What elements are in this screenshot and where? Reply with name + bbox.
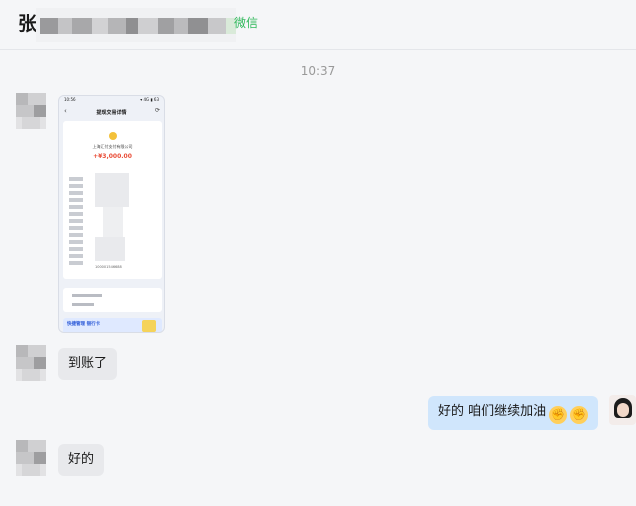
fist-emoji-icon: ✊ [549, 406, 568, 424]
image-status-icons: ▾ 4G ▮ 63 [140, 97, 159, 102]
image-options-section [63, 288, 162, 312]
self-avatar[interactable] [609, 395, 636, 425]
message-bubble-incoming[interactable]: 好的 [58, 444, 105, 476]
transaction-screenshot-image[interactable]: 10:56 ▾ 4G ▮ 63 ‹ 提现交易详情 ⟳ 上海汇付支付有限公司 +¥… [58, 95, 165, 333]
chat-title[interactable]: 张 [18, 12, 37, 36]
image-order-id: 100001546688 [95, 265, 122, 269]
contact-avatar[interactable] [16, 440, 46, 476]
wechat-source-tag: 微信 [234, 16, 259, 30]
image-banner-title: 快捷管理 银行卡 [67, 322, 101, 327]
message-timestamp: 10:37 [300, 64, 336, 78]
image-amount: +¥3,000.00 [93, 153, 132, 160]
fist-emoji-icon: ✊ [570, 406, 589, 424]
contact-avatar[interactable] [16, 93, 46, 129]
image-page-title: 提现交易详情 [96, 110, 127, 116]
image-status-time: 10:56 [64, 97, 76, 102]
message-bubble-incoming[interactable]: 到账了 [58, 348, 118, 380]
coin-icon [109, 132, 117, 140]
image-banner: 快捷管理 银行卡 [63, 318, 162, 332]
share-icon: ⟳ [154, 107, 160, 114]
image-detail-card: 上海汇付支付有限公司 +¥3,000.00 100001546688 [63, 121, 162, 279]
chat-title-pixelated [36, 8, 236, 42]
contact-avatar[interactable] [16, 345, 46, 381]
image-merchant: 上海汇付支付有限公司 [92, 144, 133, 149]
chat-header: 张 微信 [0, 0, 636, 50]
message-bubble-outgoing[interactable]: 好的 咱们继续加油 ✊ ✊ [428, 396, 599, 430]
message-text: 好的 咱们继续加油 [438, 404, 547, 419]
